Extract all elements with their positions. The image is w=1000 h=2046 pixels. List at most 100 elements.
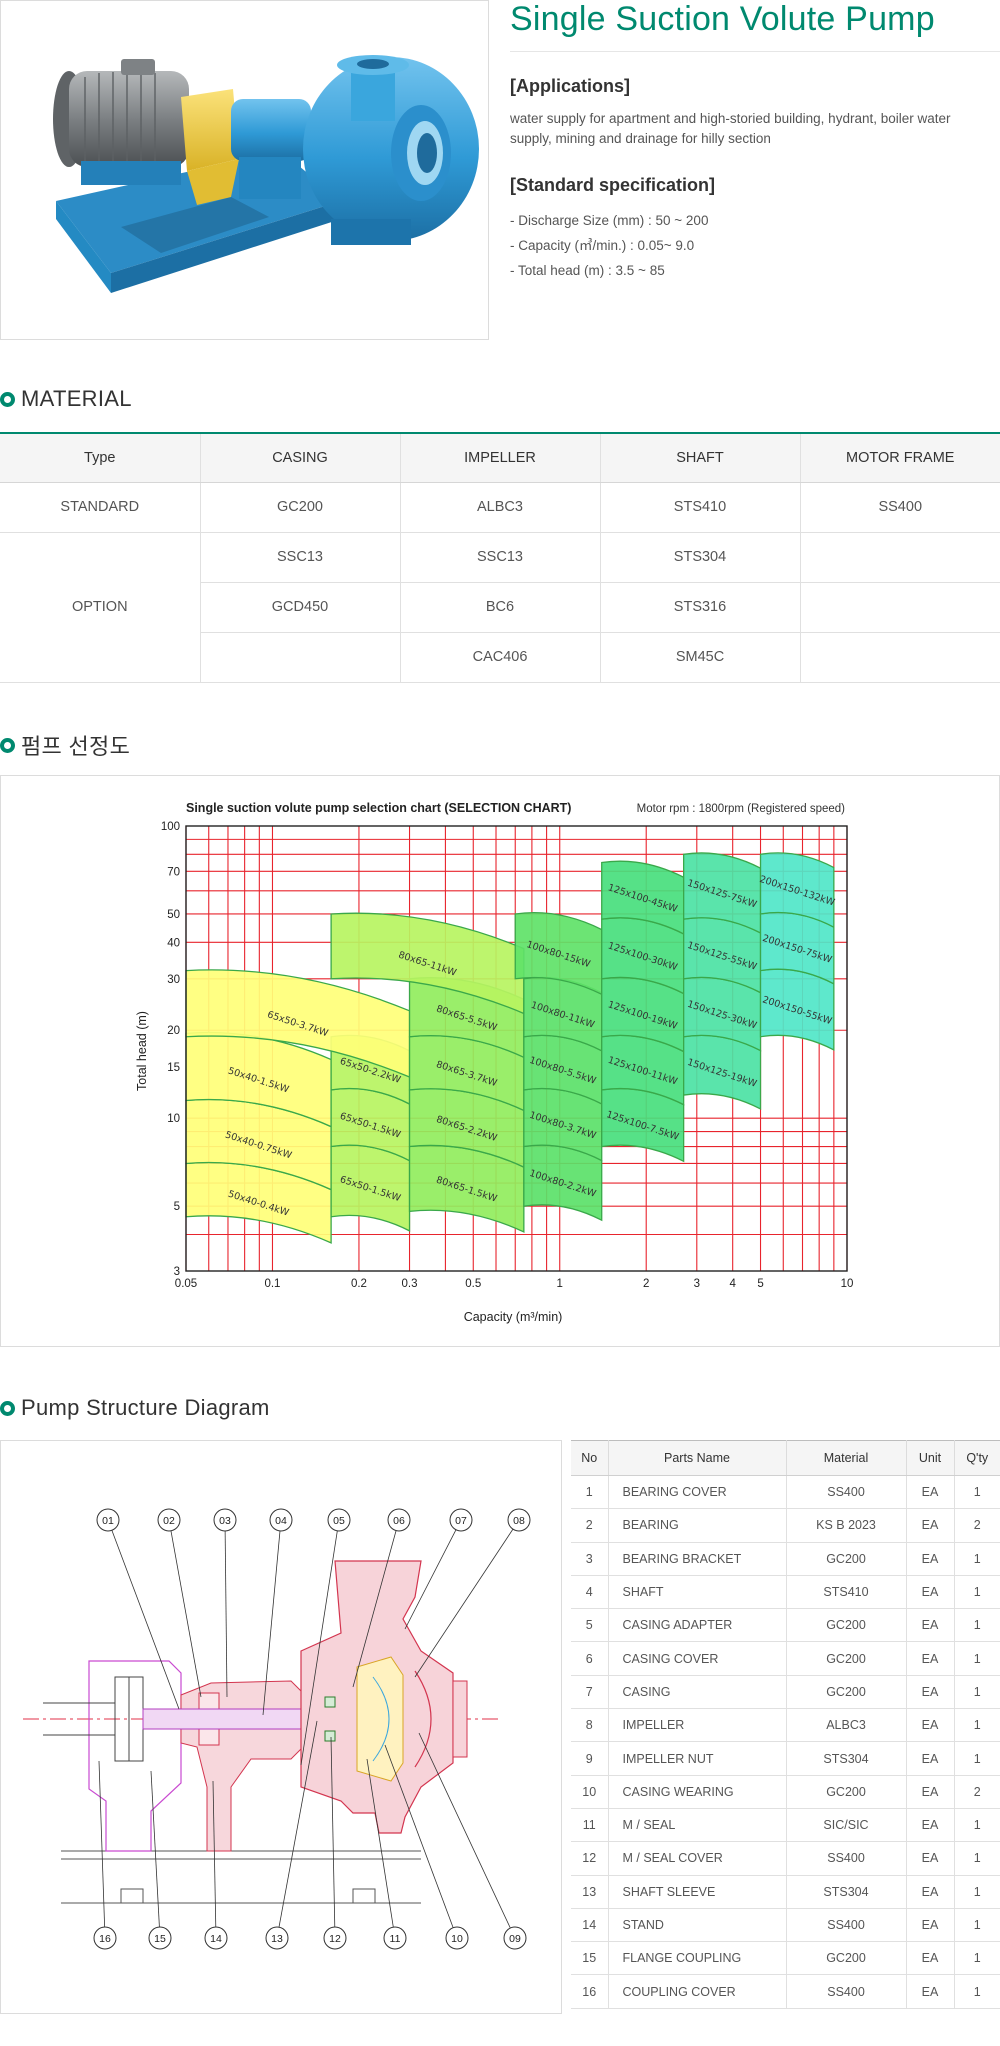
col-header: MOTOR FRAME	[800, 433, 1000, 483]
y-tick-label: 50	[167, 909, 180, 921]
impeller-cell: BC6	[400, 582, 601, 633]
part-no-cell: 3	[571, 1542, 609, 1576]
spec-list: - Discharge Size (mm) : 50 ~ 200 - Capac…	[510, 208, 1000, 283]
part-no-cell: 2	[571, 1508, 609, 1543]
selection-chart-svg: Single suction volute pump selection cha…	[135, 801, 854, 1324]
callout-number: 05	[333, 1515, 345, 1527]
x-tick-label: 3	[694, 1278, 700, 1290]
part-no-cell: 7	[571, 1675, 609, 1710]
motor-frame-cell	[800, 632, 1000, 683]
callout-number: 16	[99, 1933, 111, 1945]
part-qty-cell: 1	[954, 1974, 1000, 2009]
suction-flange	[452, 1680, 468, 1758]
part-material-cell: GC200	[786, 1641, 907, 1676]
part-qty-cell: 1	[954, 1542, 1000, 1576]
col-header: Type	[0, 433, 201, 483]
x-tick-label: 4	[729, 1278, 736, 1290]
part-qty-cell: 1	[954, 1675, 1000, 1710]
y-tick-label: 5	[174, 1201, 180, 1213]
callout-number: 04	[275, 1515, 287, 1527]
part-qty-cell: 1	[954, 1575, 1000, 1610]
part-no-cell: 8	[571, 1708, 609, 1743]
motor-frame-cell	[800, 582, 1000, 633]
structure-section-header: Pump Structure Diagram	[0, 1395, 270, 1421]
part-name-cell: M / SEAL COVER	[608, 1841, 787, 1876]
impeller-cell: SSC13	[400, 532, 601, 583]
part-qty-cell: 1	[954, 1841, 1000, 1876]
shaft-cell: STS316	[600, 582, 801, 633]
x-tick-label: 2	[643, 1278, 649, 1290]
casing-cell: GC200	[200, 482, 401, 533]
x-tick-label: 0.1	[264, 1278, 280, 1290]
col-header: IMPELLER	[400, 433, 601, 483]
part-name-cell: COUPLING COVER	[608, 1974, 787, 2009]
table-row: 16 COUPLING COVER SS400 EA 1	[571, 1974, 1000, 2009]
part-no-cell: 13	[571, 1875, 609, 1909]
part-name-cell: SHAFT	[608, 1575, 787, 1610]
shaft-cell: SM45C	[600, 632, 801, 683]
part-unit-cell: EA	[906, 1475, 955, 1510]
part-unit-cell: EA	[906, 1775, 955, 1809]
bullet-icon	[0, 391, 15, 407]
part-name-cell: FLANGE COUPLING	[608, 1941, 787, 1976]
x-tick-label: 0.3	[402, 1278, 418, 1290]
part-material-cell: KS B 2023	[786, 1508, 907, 1543]
table-row: 3 BEARING BRACKET GC200 EA 1	[571, 1542, 1000, 1576]
structure-diagram: 01 02 03 04 05 06 07 08 16 15 14 13 12 11 10 09	[0, 1440, 562, 2014]
part-no-cell: 12	[571, 1841, 609, 1876]
y-tick-label: 15	[167, 1062, 180, 1074]
part-material-cell: STS410	[786, 1575, 907, 1610]
coupling-cover	[88, 1660, 182, 1852]
spec-capacity: - Capacity (㎥/min.) : 0.05~ 9.0	[510, 238, 695, 253]
type-cell: OPTION	[0, 532, 201, 683]
part-qty-cell: 1	[954, 1475, 1000, 1510]
part-qty-cell: 1	[954, 1641, 1000, 1676]
table-row: 1 BEARING COVER SS400 EA 1	[571, 1475, 1000, 1510]
callout-number: 08	[513, 1515, 525, 1527]
col-header: SHAFT	[600, 433, 801, 483]
callout-number: 11	[390, 1933, 401, 1945]
part-name-cell: BEARING BRACKET	[608, 1542, 787, 1576]
part-material-cell: STS304	[786, 1741, 907, 1776]
y-tick-label: 3	[174, 1266, 180, 1278]
part-qty-cell: 1	[954, 1941, 1000, 1976]
part-unit-cell: EA	[906, 1508, 955, 1543]
parts-table-body: 1 BEARING COVER SS400 EA 1 2 BEARING KS B 2023 E…	[571, 1475, 1000, 2009]
y-tick-label: 30	[167, 974, 180, 986]
part-no-cell: 9	[571, 1741, 609, 1776]
y-tick-label: 20	[167, 1025, 180, 1037]
part-no-cell: 14	[571, 1908, 609, 1943]
part-no-cell: 6	[571, 1641, 609, 1676]
x-tick-label: 10	[841, 1278, 854, 1290]
structure-diagram-svg: 01 02 03 04 05 06 07 08 16 15 14 13 12 11 10 09	[23, 1508, 531, 1950]
part-unit-cell: EA	[906, 1841, 955, 1876]
part-no-cell: 16	[571, 1974, 609, 2009]
spec-discharge-size: - Discharge Size (mm) : 50 ~ 200	[510, 213, 709, 228]
table-row: 14 STAND SS400 EA 1	[571, 1908, 1000, 1943]
applications-heading: [Applications]	[510, 76, 630, 96]
callout-number: 09	[509, 1933, 521, 1945]
part-unit-cell: EA	[906, 1675, 955, 1710]
part-name-cell: M / SEAL	[608, 1808, 787, 1843]
col-header: Q'ty	[954, 1440, 1000, 1476]
spec-heading: [Standard specification]	[510, 175, 716, 195]
material-section-header: MATERIAL	[0, 386, 132, 412]
part-unit-cell: EA	[906, 1875, 955, 1909]
part-name-cell: CASING ADAPTER	[608, 1608, 787, 1643]
callout-number: 15	[154, 1933, 166, 1945]
impeller-cell: CAC406	[400, 632, 601, 683]
part-material-cell: SIC/SIC	[786, 1808, 907, 1843]
part-name-cell: IMPELLER NUT	[608, 1741, 787, 1776]
leader-line	[414, 1519, 520, 1678]
part-name-cell: BEARING	[608, 1508, 787, 1543]
col-header: Parts Name	[608, 1440, 787, 1476]
part-qty-cell: 2	[954, 1775, 1000, 1809]
x-tick-label: 5	[757, 1278, 763, 1290]
part-unit-cell: EA	[906, 1542, 955, 1576]
callout-number: 13	[271, 1933, 283, 1945]
bullet-icon	[0, 737, 15, 753]
table-row: 2 BEARING KS B 2023 EA 2	[571, 1508, 1000, 1543]
material-table-header: Type CASING IMPELLER SHAFT MOTOR FRAME	[0, 433, 1000, 483]
part-qty-cell: 1	[954, 1708, 1000, 1743]
x-tick-label: 0.5	[465, 1278, 481, 1290]
